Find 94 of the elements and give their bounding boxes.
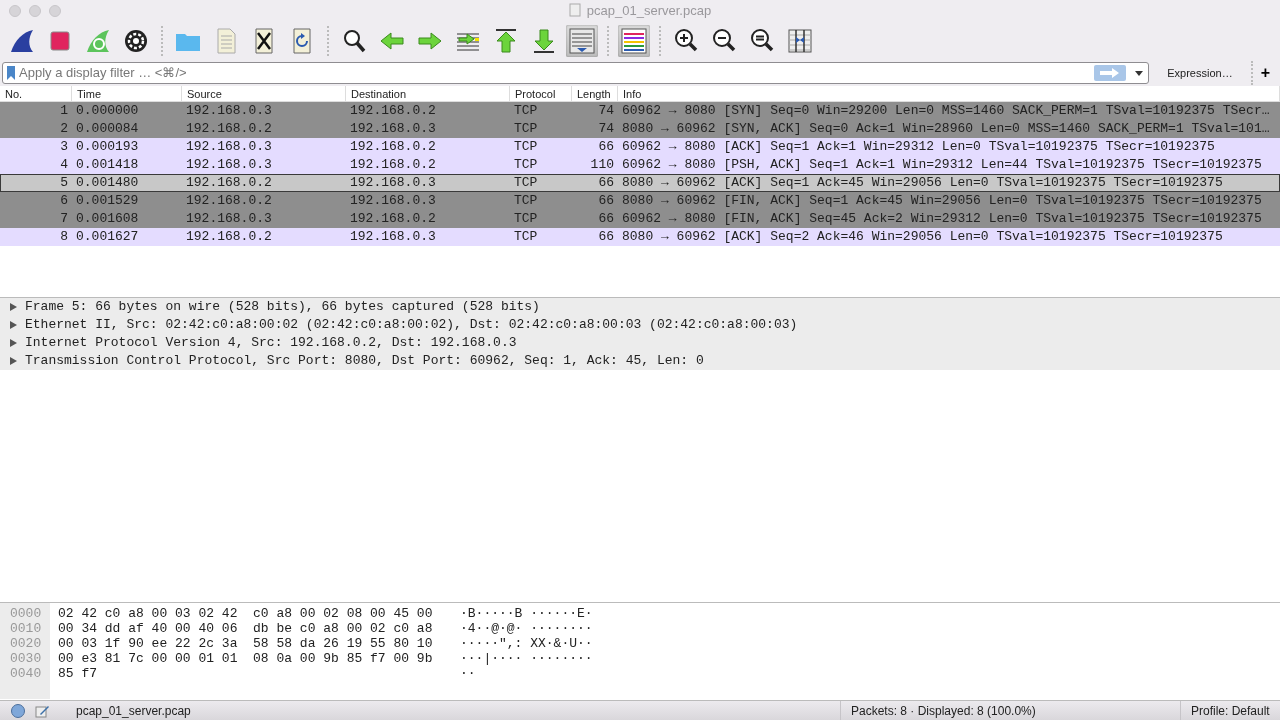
table-cell: 8080 → 60962 [FIN, ACK] Seq=1 Ack=45 Win=29056 Len=0 TSval=10192375 TSecr=10192375: [622, 193, 1262, 208]
packet-row[interactable]: 7 0.001608 192.168.0.3 192.168.0.2 TCP 66 60962 → 8080 [FIN, ACK] Seq=45 Ack=2 Win=29312 Len=0 TSval=10192375 TSecr=10192375: [0, 210, 1280, 228]
table-cell: 192.168.0.3: [186, 103, 272, 118]
byte-offset: 0000: [10, 606, 42, 621]
table-cell: 5: [60, 175, 68, 190]
table-cell: 60962 → 8080 [PSH, ACK] Seq=1 Ack=1 Win=29312 Len=44 TSval=10192375 TSecr=10192375: [622, 157, 1262, 172]
table-cell: 192.168.0.3: [350, 193, 436, 208]
packet-row[interactable]: 8 0.001627 192.168.0.2 192.168.0.3 TCP 66 8080 → 60962 [ACK] Seq=2 Ack=46 Win=29056 Len=0 TSval=10192375 TSecr=10192375: [0, 228, 1280, 246]
resize-columns-icon: [785, 26, 815, 56]
table-cell: 3: [60, 139, 68, 154]
table-cell: TCP: [514, 175, 538, 190]
bookmark-icon: [7, 66, 15, 80]
ascii-bytes: ·····",: XX·&·U··: [460, 636, 593, 651]
table-cell: 0.000193: [76, 139, 139, 154]
table-cell: 8: [60, 229, 68, 244]
packet-row[interactable]: 6 0.001529 192.168.0.2 192.168.0.3 TCP 66 8080 → 60962 [FIN, ACK] Seq=1 Ack=45 Win=29056 Len=0 TSval=10192375 TSecr=10192375: [0, 192, 1280, 210]
table-cell: 66: [598, 139, 614, 154]
table-cell: TCP: [514, 139, 538, 154]
table-cell: 192.168.0.3: [186, 139, 272, 154]
table-cell: TCP: [514, 157, 538, 172]
dropdown-caret-icon[interactable]: [1134, 69, 1145, 77]
table-cell: 0.001608: [76, 211, 139, 226]
table-cell: 60962 → 8080 [SYN] Seq=0 Win=29200 Len=0 MSS=1460 SACK_PERM=1 TSval=10192375 TSecr…: [622, 103, 1270, 118]
table-cell: 74: [598, 121, 614, 136]
table-cell: 0.001627: [76, 229, 139, 244]
auto-scroll-button[interactable]: [566, 25, 598, 57]
table-cell: 192.168.0.3: [186, 211, 272, 226]
byte-offset: 0020: [10, 636, 42, 651]
table-cell: 0.001418: [76, 157, 139, 172]
file-name: pcap_01_server.pcap: [76, 702, 192, 720]
table-cell: TCP: [514, 229, 538, 244]
packet-count: Packets: 8 · Displayed: 8 (100.0%): [851, 702, 1036, 720]
table-cell: 192.168.0.2: [186, 193, 272, 208]
profile-label[interactable]: Profile: Default: [1191, 701, 1270, 720]
table-cell: 66: [598, 211, 614, 226]
byte-offset: 0010: [10, 621, 42, 636]
hex-bytes: 00 03 1f 90 ee 22 2c 3a 58 58 da 26 19 55 80 10: [58, 636, 433, 651]
table-cell: 8080 → 60962 [SYN, ACK] Seq=0 Ack=1 Win=28960 Len=0 MSS=1460 SACK_PERM=1 TSval=101…: [622, 121, 1270, 136]
table-cell: 66: [598, 175, 614, 190]
table-cell: 192.168.0.2: [186, 175, 272, 190]
hex-bytes: 00 34 dd af 40 00 40 06 db be c0 a8 00 02 c0 a8: [58, 621, 433, 636]
ascii-bytes: ·4··@·@· ········: [460, 621, 593, 636]
colored-lines-icon: [619, 26, 649, 56]
auto-scroll-icon: [567, 26, 597, 56]
table-cell: 60962 → 8080 [ACK] Seq=1 Ack=1 Win=29312 Len=0 TSval=10192375 TSecr=10192375: [622, 139, 1215, 154]
table-cell: 192.168.0.2: [186, 229, 272, 244]
table-cell: 4: [60, 157, 68, 172]
packet-row[interactable]: 1 0.000000 192.168.0.3 192.168.0.2 TCP 74 60962 → 8080 [SYN] Seq=0 Win=29200 Len=0 MSS=1460 SACK_PERM=1 TSval=10192375 TSecr…: [0, 102, 1280, 120]
ascii-bytes: ···|···· ········: [460, 651, 593, 666]
table-cell: 60962 → 8080 [FIN, ACK] Seq=45 Ack=2 Win=29312 Len=0 TSval=10192375 TSecr=10192375: [622, 211, 1262, 226]
expander-icon[interactable]: [10, 357, 17, 365]
table-cell: 2: [60, 121, 68, 136]
table-cell: 192.168.0.3: [350, 229, 436, 244]
table-cell: 1: [60, 103, 68, 118]
table-cell: 192.168.0.2: [186, 121, 272, 136]
expression-button[interactable]: Expression…: [1155, 64, 1245, 82]
ascii-bytes: ··: [460, 666, 476, 681]
packet-row[interactable]: 4 0.001418 192.168.0.3 192.168.0.2 TCP 110 60962 → 8080 [PSH, ACK] Seq=1 Ack=1 Win=29312 Len=44 TSval=10192375 TSecr=10192375: [0, 156, 1280, 174]
table-cell: TCP: [514, 103, 538, 118]
table-cell: TCP: [514, 211, 538, 226]
table-cell: 8080 → 60962 [ACK] Seq=2 Ack=46 Win=29056 Len=0 TSval=10192375 TSecr=10192375: [622, 229, 1223, 244]
packet-row[interactable]: 5 0.001480 192.168.0.2 192.168.0.3 TCP 66 8080 → 60962 [ACK] Seq=1 Ack=45 Win=29056 Len=0 TSval=10192375 TSecr=10192375: [0, 174, 1280, 192]
table-cell: 7: [60, 211, 68, 226]
table-cell: 8080 → 60962 [ACK] Seq=1 Ack=45 Win=29056 Len=0 TSval=10192375 TSecr=10192375: [622, 175, 1223, 190]
hex-bytes: 02 42 c0 a8 00 03 02 42 c0 a8 00 02 08 00 45 00: [58, 606, 433, 621]
table-cell: 66: [598, 193, 614, 208]
table-cell: 0.001480: [76, 175, 139, 190]
table-cell: 192.168.0.3: [350, 121, 436, 136]
colored-lines-button[interactable]: [618, 25, 650, 57]
hex-bytes: 85 f7: [58, 666, 97, 681]
packet-row[interactable]: 2 0.000084 192.168.0.2 192.168.0.3 TCP 74 8080 → 60962 [SYN, ACK] Seq=0 Ack=1 Win=28960 Len=0 MSS=1460 SACK_PERM=1 TSval=101…: [0, 120, 1280, 138]
table-cell: TCP: [514, 193, 538, 208]
table-cell: 192.168.0.2: [350, 103, 436, 118]
table-cell: 192.168.0.2: [350, 211, 436, 226]
table-cell: 110: [590, 157, 614, 172]
table-cell: 0.001529: [76, 193, 139, 208]
status-indicator-icon[interactable]: [10, 702, 26, 719]
ascii-bytes: ·B·····B ······E·: [460, 606, 593, 621]
table-cell: 192.168.0.3: [350, 175, 436, 190]
packet-row[interactable]: 3 0.000193 192.168.0.3 192.168.0.2 TCP 66 60962 → 8080 [ACK] Seq=1 Ack=1 Win=29312 Len=0 TSval=10192375 TSecr=10192375: [0, 138, 1280, 156]
table-cell: 74: [598, 103, 614, 118]
table-cell: 192.168.0.2: [350, 157, 436, 172]
byte-offset: 0030: [10, 651, 42, 666]
table-cell: 66: [598, 229, 614, 244]
table-cell: 0.000084: [76, 121, 139, 136]
table-cell: 192.168.0.3: [186, 157, 272, 172]
hex-bytes: 00 e3 81 7c 00 00 01 01 08 0a 00 9b 85 f7 00 9b: [58, 651, 433, 666]
byte-offset: 0040: [10, 666, 42, 681]
table-cell: TCP: [514, 121, 538, 136]
document-icon: [568, 3, 581, 18]
window-title: pcap_01_server.pcap: [586, 3, 712, 19]
table-cell: 0.000000: [76, 103, 139, 118]
table-cell: 6: [60, 193, 68, 208]
table-cell: 192.168.0.2: [350, 139, 436, 154]
